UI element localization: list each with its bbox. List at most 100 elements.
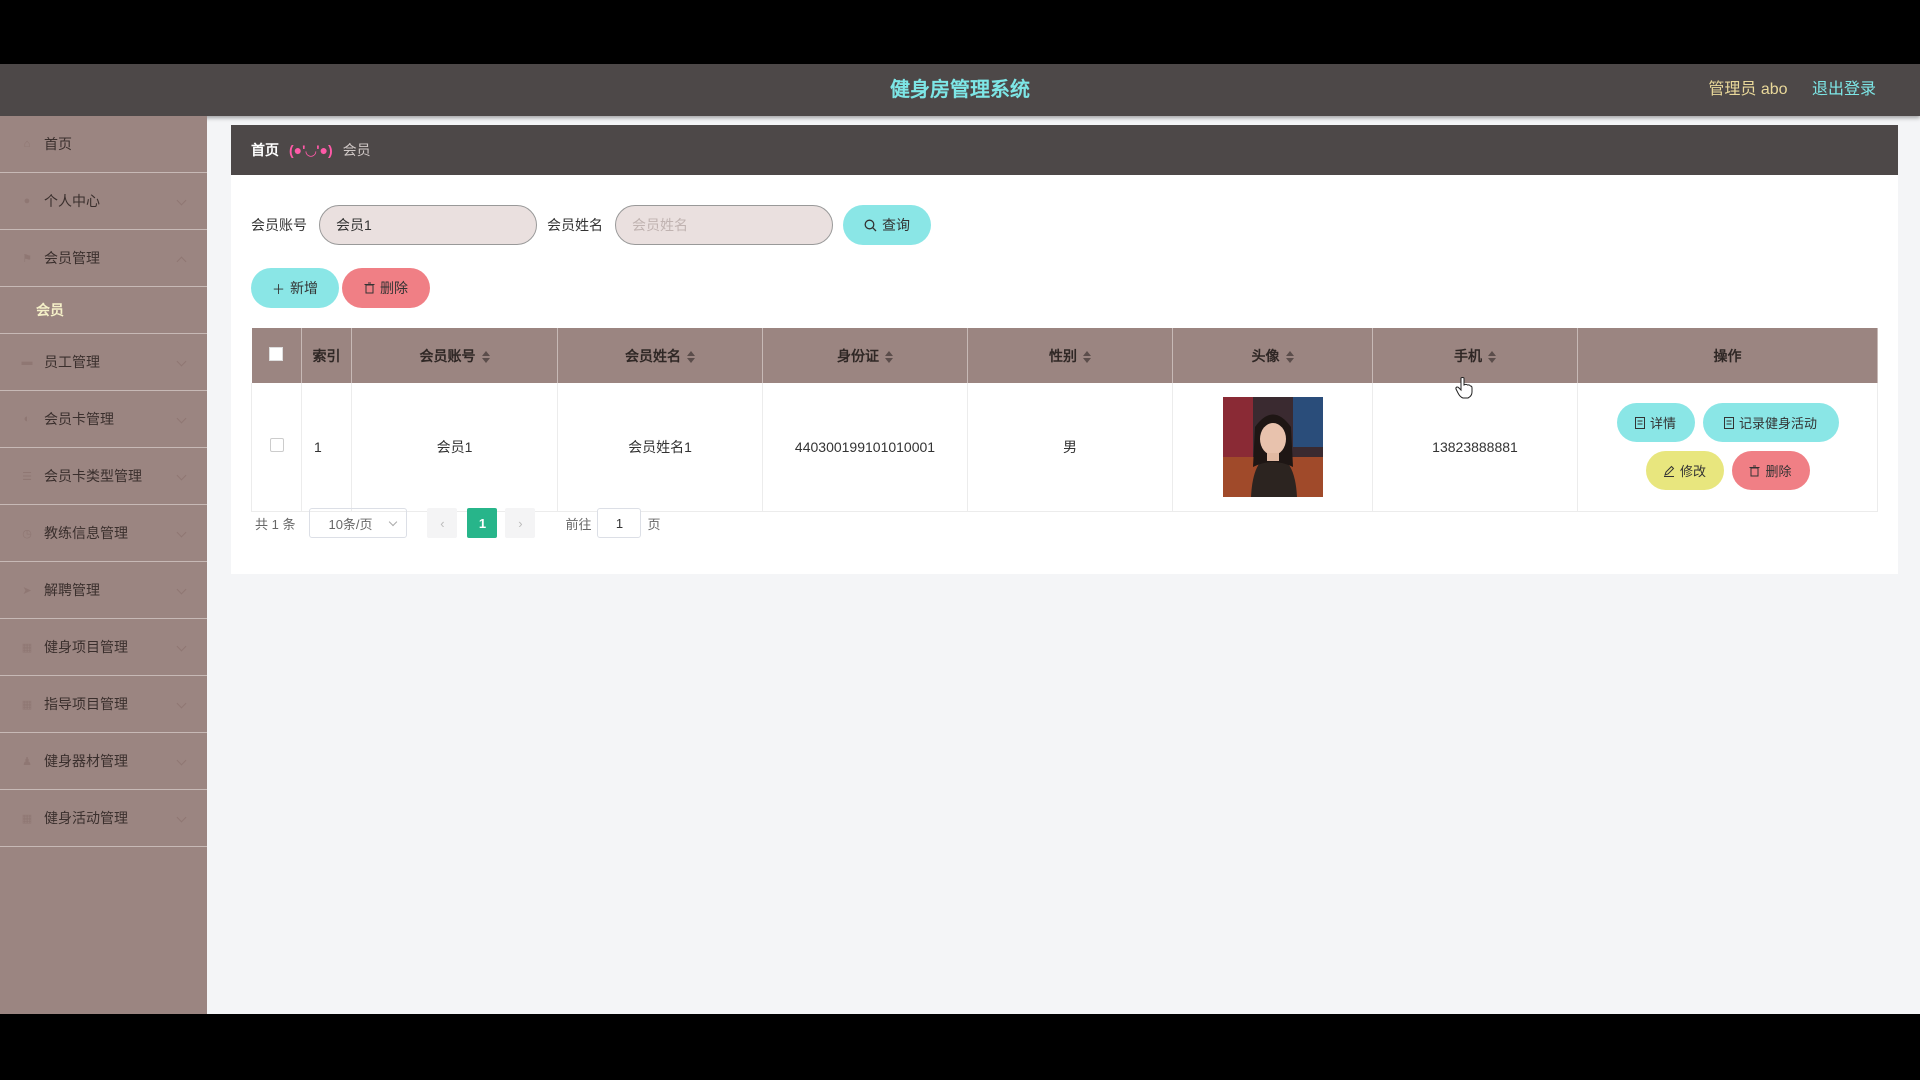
sidebar-item-guidance-project[interactable]: ▦ 指导项目管理 xyxy=(0,676,207,733)
goto-label: 前往 xyxy=(565,516,592,532)
detail-button-label: 详情 xyxy=(1649,416,1676,432)
name-search-input[interactable] xyxy=(615,205,833,245)
row-checkbox[interactable] xyxy=(269,438,284,453)
account-search-input[interactable] xyxy=(319,205,537,245)
grid-icon: ▦ xyxy=(21,698,33,711)
cell-phone: 13823888881 xyxy=(1372,383,1578,512)
add-button[interactable]: ＋ 新增 xyxy=(251,268,339,308)
edit-button[interactable]: 修改 xyxy=(1645,451,1724,491)
sidebar-item-profile[interactable]: ● 个人中心 xyxy=(0,173,207,230)
col-name[interactable]: 会员姓名 xyxy=(557,328,763,383)
page-size-value: 10条/页 xyxy=(328,516,373,532)
breadcrumb: 首页 (●'◡'●) 会员 xyxy=(231,125,1898,175)
chevron-left-icon: ‹ xyxy=(440,515,445,531)
prev-page-button[interactable]: ‹ xyxy=(427,508,458,538)
chevron-down-icon xyxy=(176,470,187,481)
avatar[interactable] xyxy=(1222,396,1323,497)
search-icon xyxy=(864,219,877,231)
goto-page-input[interactable] xyxy=(597,508,642,538)
next-page-button[interactable]: › xyxy=(505,508,536,538)
sidebar-item-dismissal[interactable]: ➤ 解聘管理 xyxy=(0,562,207,619)
page-suffix: 页 xyxy=(647,516,661,532)
sidebar-item-home[interactable]: ⌂ 首页 xyxy=(0,116,207,173)
sidebar-subitem-member[interactable]: 会员 xyxy=(0,287,207,334)
sort-icon[interactable] xyxy=(687,350,695,363)
delete-button[interactable]: 删除 xyxy=(1731,451,1810,491)
sidebar-item-label: 个人中心 xyxy=(44,193,100,209)
sort-icon[interactable] xyxy=(1488,350,1496,363)
logout-link[interactable]: 退出登录 xyxy=(1812,81,1876,98)
table-header-row: 索引 会员账号 会员姓名 身份证 性别 头像 手机 操作 xyxy=(251,328,1878,383)
cell-gender: 男 xyxy=(967,383,1173,512)
query-button[interactable]: 查询 xyxy=(843,205,931,245)
col-account[interactable]: 会员账号 xyxy=(351,328,558,383)
sidebar-item-equipment[interactable]: ♟ 健身器材管理 xyxy=(0,733,207,790)
col-gender-label: 性别 xyxy=(1049,347,1077,364)
add-button-label: 新增 xyxy=(290,280,318,296)
plus-icon: ＋ xyxy=(271,281,285,297)
breadcrumb-home[interactable]: 首页 xyxy=(251,140,279,160)
content-panel: 会员账号 会员姓名 查询 ＋ 新增 删除 索引 xyxy=(231,175,1898,574)
batch-delete-button[interactable]: 删除 xyxy=(342,268,430,308)
sort-icon[interactable] xyxy=(1285,350,1294,363)
trash-icon xyxy=(1749,465,1760,477)
card-icon: ◐ xyxy=(23,413,31,425)
sidebar-item-coach[interactable]: ◷ 教练信息管理 xyxy=(0,505,207,562)
sidebar-item-staff[interactable]: ▬ 员工管理 xyxy=(0,334,207,391)
sidebar-item-members[interactable]: ⚑ 会员管理 xyxy=(0,230,207,287)
select-all-checkbox[interactable] xyxy=(269,347,284,361)
edit-button-label: 修改 xyxy=(1679,464,1706,480)
page-number-1[interactable]: 1 xyxy=(467,508,498,538)
cell-index: 1 xyxy=(301,383,352,512)
sidebar-item-card-type[interactable]: ☰ 会员卡类型管理 xyxy=(0,448,207,505)
clock-icon: ◷ xyxy=(22,527,32,540)
sidebar-item-label: 健身活动管理 xyxy=(44,810,128,826)
sidebar-item-label: 会员卡管理 xyxy=(44,411,114,427)
mouse-cursor-hand-icon xyxy=(1455,377,1473,399)
sidebar-item-label: 教练信息管理 xyxy=(44,525,128,541)
sort-icon[interactable] xyxy=(481,350,490,363)
row-actions-top: 详情 记录健身活动 xyxy=(1616,403,1839,443)
sidebar-item-label: 员工管理 xyxy=(44,354,100,370)
detail-button[interactable]: 详情 xyxy=(1616,403,1695,443)
chevron-down-icon xyxy=(176,584,187,595)
col-index: 索引 xyxy=(301,328,352,383)
pencil-icon xyxy=(1663,465,1675,477)
send-icon: ➤ xyxy=(22,584,32,597)
sidebar-item-member-card[interactable]: ◐ 会员卡管理 xyxy=(0,391,207,448)
sidebar-item-label: 解聘管理 xyxy=(44,582,100,598)
col-phone[interactable]: 手机 xyxy=(1372,328,1578,383)
sidebar-item-fitness-project[interactable]: ▦ 健身项目管理 xyxy=(0,619,207,676)
sort-icon[interactable] xyxy=(1083,350,1091,363)
chevron-down-icon xyxy=(176,413,187,424)
top-header: 健身房管理系统 管理员 abo 退出登录 xyxy=(0,64,1920,116)
chevron-down-icon xyxy=(176,527,187,538)
chevron-down-icon xyxy=(176,641,187,652)
row-actions: 详情 记录健身活动 修改 删除 xyxy=(1578,403,1877,491)
cell-id-card: 440300199101010001 xyxy=(762,383,968,512)
chevron-down-icon xyxy=(176,698,187,709)
batch-delete-button-label: 删除 xyxy=(380,280,408,296)
account-label: 会员账号 xyxy=(251,217,307,233)
sidebar-item-activity[interactable]: ▦ 健身活动管理 xyxy=(0,790,207,847)
sort-icon[interactable] xyxy=(885,350,893,363)
sidebar-item-label: 健身器材管理 xyxy=(44,753,128,769)
col-avatar[interactable]: 头像 xyxy=(1172,328,1373,383)
name-label: 会员姓名 xyxy=(547,217,603,233)
pagination: 共 1 条 10条/页 ‹ 1 › 前往 页 xyxy=(255,508,661,538)
delete-button-label: 删除 xyxy=(1765,464,1792,480)
sidebar-item-label: 会员卡类型管理 xyxy=(44,468,142,484)
app-title: 健身房管理系统 xyxy=(890,79,1030,101)
col-gender[interactable]: 性别 xyxy=(967,328,1173,383)
member-table: 索引 会员账号 会员姓名 身份证 性别 头像 手机 操作 1 会员1 会员姓名1… xyxy=(251,328,1878,512)
grid-icon: ▦ xyxy=(21,641,33,654)
page-size-select[interactable]: 10条/页 xyxy=(309,508,408,538)
record-activity-button[interactable]: 记录健身活动 xyxy=(1702,403,1839,443)
sidebar: ⌂ 首页 ● 个人中心 ⚑ 会员管理 会员 ▬ 员工管理 ◐ 会员卡管理 ☰ 会 xyxy=(0,116,207,1014)
sidebar-item-label: 指导项目管理 xyxy=(44,696,128,712)
pagination-total: 共 1 条 xyxy=(255,516,296,532)
record-activity-button-label: 记录健身活动 xyxy=(1738,416,1817,432)
trash-icon xyxy=(364,282,375,294)
col-id-card[interactable]: 身份证 xyxy=(762,328,968,383)
header-user-area: 管理员 abo 退出登录 xyxy=(1688,64,1876,116)
